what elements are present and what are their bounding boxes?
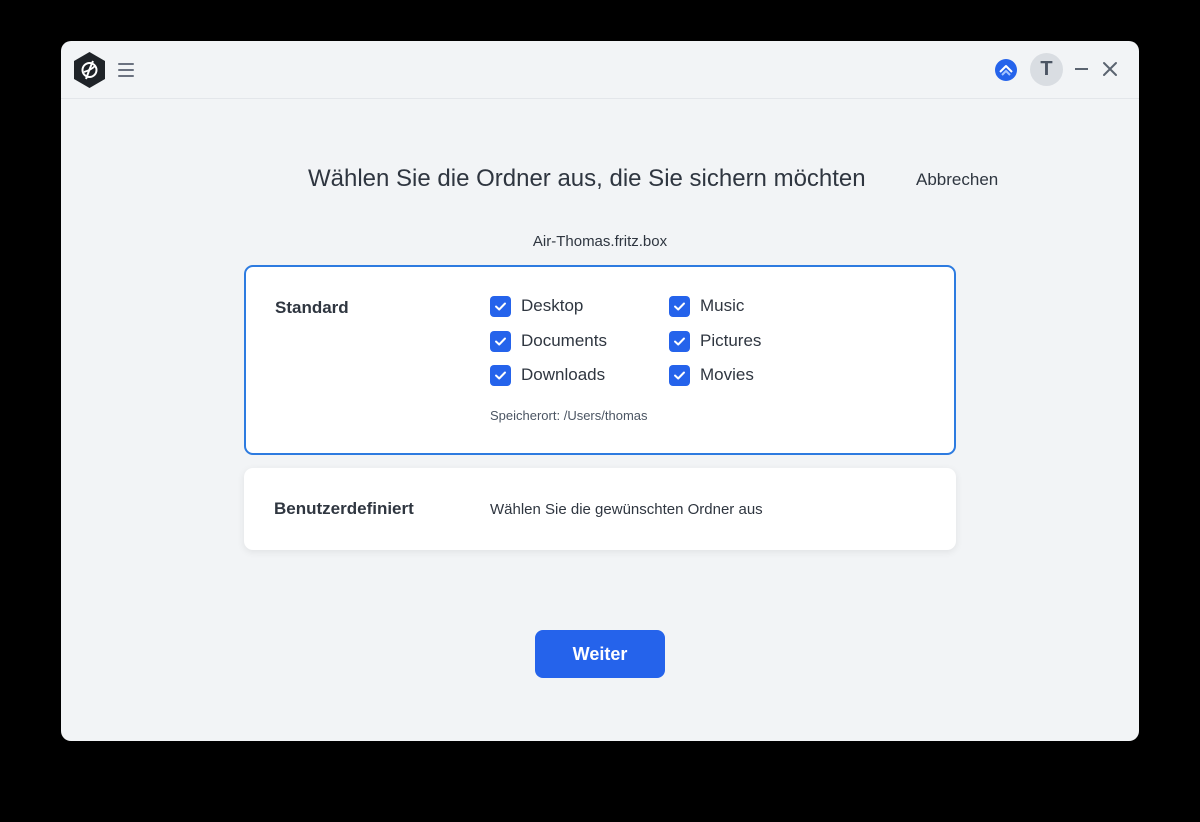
checkbox-checked[interactable]: [490, 330, 511, 352]
folder-label: Pictures: [700, 331, 762, 350]
cancel-button[interactable]: Abbrechen: [916, 170, 998, 190]
folder-item-pictures[interactable]: Pictures: [669, 329, 761, 353]
folder-item-downloads[interactable]: Downloads: [490, 363, 605, 387]
checkbox-checked[interactable]: [669, 295, 690, 317]
checkbox-checked[interactable]: [669, 330, 690, 352]
check-icon: [495, 371, 506, 379]
folder-label: Desktop: [521, 296, 584, 315]
standard-option-card[interactable]: Standard Desktop Documents Downloads Mus…: [244, 265, 956, 455]
checkbox-checked[interactable]: [490, 364, 511, 386]
checkbox-checked[interactable]: [490, 295, 511, 317]
check-icon: [674, 302, 685, 310]
folder-item-documents[interactable]: Documents: [490, 329, 607, 353]
checkbox-checked[interactable]: [669, 364, 690, 386]
folder-item-music[interactable]: Music: [669, 294, 744, 318]
title-bar: T: [61, 41, 1139, 99]
backup-status-icon[interactable]: [994, 58, 1018, 82]
next-button[interactable]: Weiter: [535, 630, 665, 678]
check-icon: [495, 337, 506, 345]
check-icon: [495, 302, 506, 310]
folder-label: Documents: [521, 331, 607, 350]
custom-option-card[interactable]: Benutzerdefiniert Wählen Sie die gewünsc…: [244, 468, 956, 550]
app-window: T Wählen Sie die Ordner aus, die Sie sic…: [61, 41, 1139, 741]
custom-label: Benutzerdefiniert: [274, 499, 414, 518]
check-icon: [674, 371, 685, 379]
custom-description: Wählen Sie die gewünschten Ordner aus: [490, 501, 763, 518]
host-name: Air-Thomas.fritz.box: [532, 233, 668, 250]
minimize-icon[interactable]: [1074, 60, 1090, 78]
check-icon: [674, 337, 685, 345]
folder-item-movies[interactable]: Movies: [669, 363, 754, 387]
folder-label: Music: [700, 296, 745, 315]
standard-label: Standard: [275, 298, 349, 317]
app-logo-icon: [74, 52, 105, 88]
storage-location: Speicherort: /Users/thomas: [490, 408, 648, 423]
folder-item-desktop[interactable]: Desktop: [490, 294, 583, 318]
folder-label: Movies: [700, 365, 754, 384]
hamburger-menu-icon[interactable]: [117, 59, 135, 79]
close-icon[interactable]: [1102, 60, 1118, 78]
folder-label: Downloads: [521, 365, 606, 384]
user-avatar[interactable]: T: [1030, 53, 1063, 86]
page-title: Wählen Sie die Ordner aus, die Sie siche…: [308, 165, 866, 192]
